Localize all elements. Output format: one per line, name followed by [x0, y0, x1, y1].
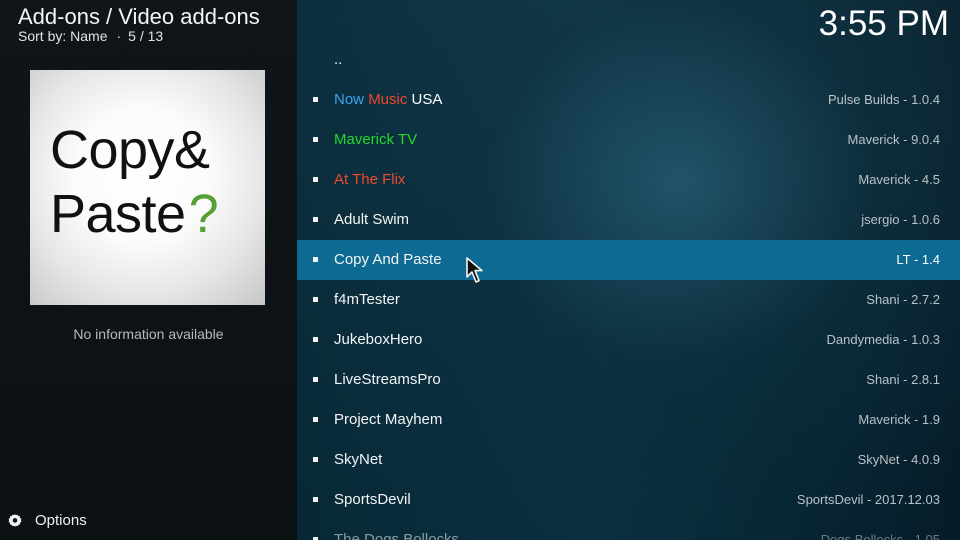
addon-name: f4mTester — [334, 291, 400, 308]
list-bullet-icon — [313, 97, 318, 102]
position-count: 5 / 13 — [128, 28, 164, 44]
addon-list-item[interactable]: f4mTester Shani - 2.7.2 — [297, 280, 960, 320]
poster-paste-word: Paste — [50, 184, 186, 244]
addon-list-item[interactable]: Maverick TV Maverick - 9.0.4 — [297, 120, 960, 160]
addon-list-item[interactable]: SkyNet SkyNet - 4.0.9 — [297, 440, 960, 480]
addon-name-part: At The Flix — [334, 171, 406, 188]
addon-name: Maverick TV — [334, 129, 417, 151]
addon-author-version: Shani - 2.8.1 — [866, 372, 940, 387]
poster-copy-text: Copy& — [50, 120, 210, 180]
addon-name-part: Now — [334, 91, 369, 108]
list-bullet-icon — [313, 337, 318, 342]
breadcrumb: Add-ons / Video add-ons — [18, 4, 260, 29]
addon-name: At The Flix — [334, 169, 405, 191]
addon-poster: Copy& Paste? — [30, 70, 265, 305]
addon-list-item[interactable]: At The Flix Maverick - 4.5 — [297, 160, 960, 200]
list-bullet-icon — [313, 417, 318, 422]
options-button[interactable]: Options — [7, 510, 87, 532]
addon-name: SportsDevil — [334, 491, 411, 508]
addon-name-part: Maverick TV — [334, 131, 418, 148]
addon-name-part: USA — [407, 91, 443, 108]
addon-name: Adult Swim — [334, 211, 410, 228]
addon-author-version: LT - 1.4 — [896, 252, 940, 267]
gear-icon — [8, 514, 22, 527]
options-label: Options — [35, 512, 87, 529]
list-bullet-icon — [313, 177, 318, 182]
addon-name: Now Music USA — [334, 89, 442, 111]
parent-folder-item[interactable]: .. — [297, 40, 960, 80]
clock: 3:55 PM — [818, 4, 949, 43]
addon-list-item[interactable]: The Dogs Bollocks Dogs Bollocks - 1.05 — [297, 520, 960, 540]
addon-list-item[interactable]: Copy And Paste LT - 1.4 — [297, 240, 960, 280]
addon-name: The Dogs Bollocks — [334, 531, 460, 540]
list-bullet-icon — [313, 457, 318, 462]
list-bullet-icon — [313, 377, 318, 382]
addon-author-version: Dogs Bollocks - 1.05 — [820, 532, 940, 540]
addon-name: Project Mayhem — [334, 411, 443, 428]
addon-name: LiveStreamsPro — [334, 371, 441, 388]
addon-name: .. — [334, 51, 343, 68]
addon-author-version: Maverick - 1.9 — [858, 412, 940, 427]
list-bullet-icon — [313, 297, 318, 302]
list-bullet-icon — [313, 217, 318, 222]
list-bullet-icon — [313, 137, 318, 142]
addon-name: SkyNet — [334, 451, 383, 468]
poster-paste-text: Paste? — [50, 184, 219, 244]
sort-label: Sort by: Name — [18, 28, 108, 44]
list-bullet-icon — [313, 497, 318, 502]
addon-author-version: jsergio - 1.0.6 — [861, 212, 940, 227]
kodi-video-addons-screen: Add-ons / Video add-ons Sort by: Name · 5 … — [0, 0, 960, 540]
addon-name-part: Music — [368, 91, 408, 108]
sort-info: Sort by: Name · 5 / 13 — [18, 28, 163, 45]
poster-question-mark: ? — [188, 184, 219, 244]
addon-name: JukeboxHero — [334, 331, 423, 348]
addon-author-version: Maverick - 4.5 — [858, 172, 940, 187]
addon-list-item[interactable]: JukeboxHero Dandymedia - 1.0.3 — [297, 320, 960, 360]
addon-author-version: Dandymedia - 1.0.3 — [826, 332, 940, 347]
addon-list-item[interactable]: LiveStreamsPro Shani - 2.8.1 — [297, 360, 960, 400]
addon-author-version: SkyNet - 4.0.9 — [857, 452, 940, 467]
addon-author-version: Shani - 2.7.2 — [866, 292, 940, 307]
addon-author-version: Pulse Builds - 1.0.4 — [827, 92, 940, 107]
addon-info-text: No information available — [73, 326, 224, 342]
addon-author-version: SportsDevil - 2017.12.03 — [796, 492, 940, 507]
list-bullet-icon — [313, 257, 318, 262]
addon-list-item[interactable]: Adult Swim jsergio - 1.0.6 — [297, 200, 960, 240]
sort-separator: · — [116, 28, 122, 44]
addon-list: .. Now Music USA Pulse Builds - 1.0.4 Maver… — [297, 40, 960, 540]
addon-name: Copy And Paste — [334, 251, 442, 268]
addon-list-item[interactable]: Project Mayhem Maverick - 1.9 — [297, 400, 960, 440]
addon-author-version: Maverick - 9.0.4 — [847, 132, 940, 147]
addon-list-item[interactable]: Now Music USA Pulse Builds - 1.0.4 — [297, 80, 960, 120]
addon-list-item[interactable]: SportsDevil SportsDevil - 2017.12.03 — [297, 480, 960, 520]
